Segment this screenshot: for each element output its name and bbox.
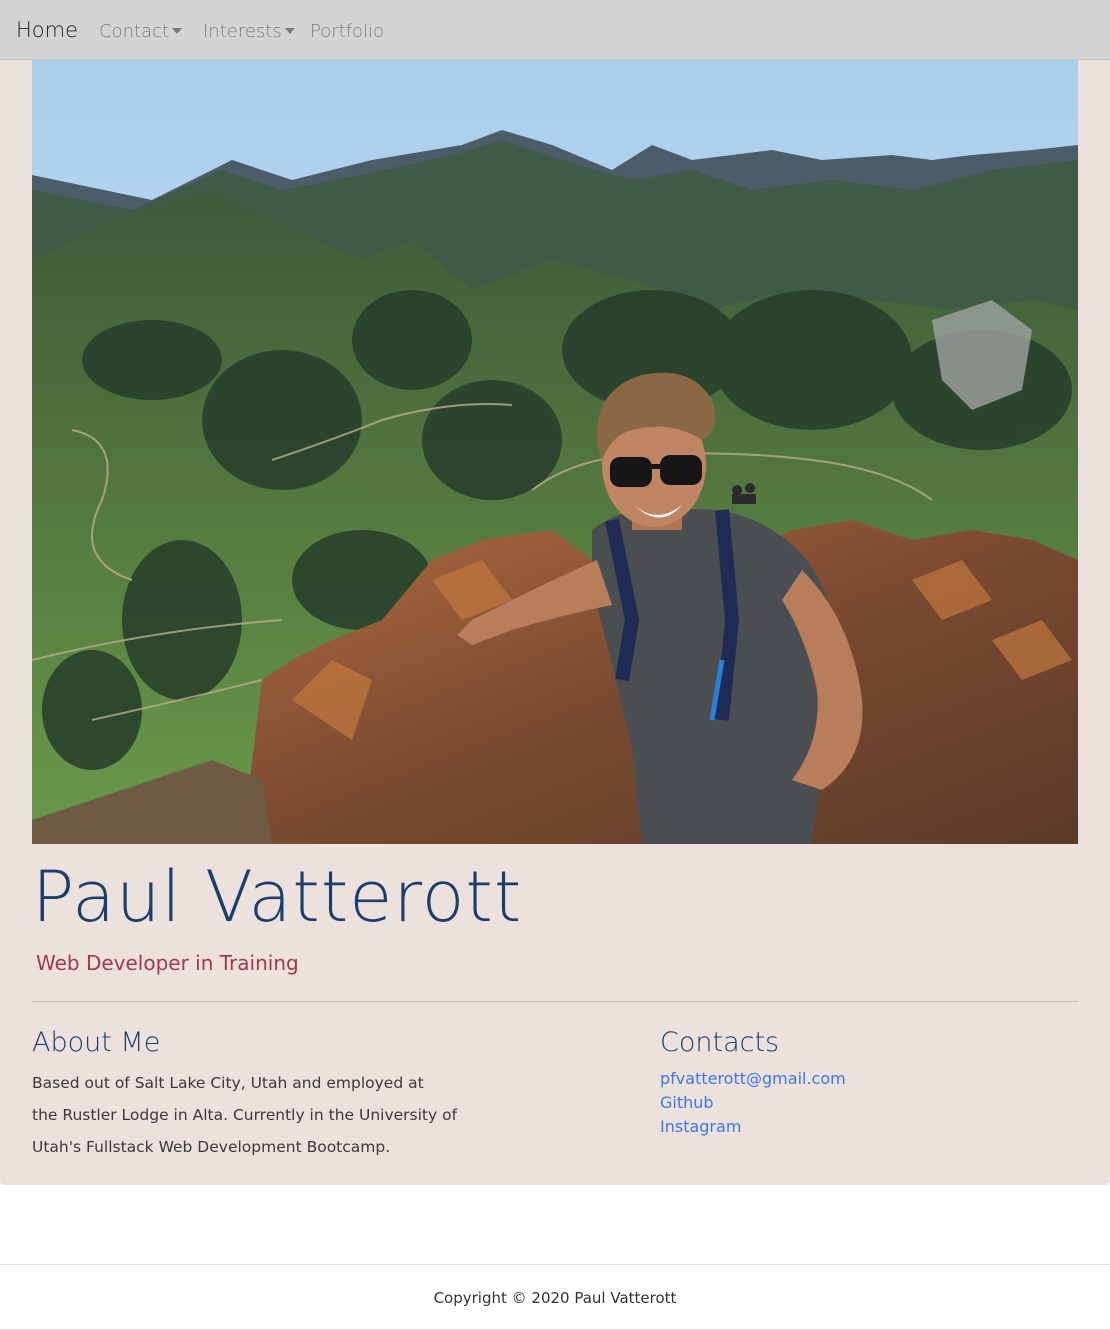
about-me-heading: About Me xyxy=(32,1027,161,1058)
chevron-down-icon xyxy=(172,28,183,34)
about-line: the Rustler Lodge in Alta. Currently in … xyxy=(32,1106,458,1124)
footer: Copyright © 2020 Paul Vatterott xyxy=(0,1264,1110,1330)
nav-interests-dropdown[interactable]: Interests xyxy=(203,19,295,43)
nav-contact-dropdown[interactable]: Contact xyxy=(99,19,183,43)
profile-name: Paul Vatterott xyxy=(32,856,523,938)
nav-portfolio-link[interactable]: Portfolio xyxy=(310,19,384,43)
about-line: Based out of Salt Lake City, Utah and em… xyxy=(32,1074,424,1092)
profile-jumbotron: Paul Vatterott Web Developer in Training… xyxy=(0,60,1110,1185)
contacts-heading: Contacts xyxy=(660,1027,780,1058)
profile-tagline: Web Developer in Training xyxy=(36,951,299,975)
email-link[interactable]: pfvatterott@gmail.com xyxy=(660,1067,846,1091)
nav-interests-label: Interests xyxy=(203,20,282,42)
github-link[interactable]: Github xyxy=(660,1091,846,1115)
navbar: Home Contact Interests Portfolio xyxy=(0,0,1110,60)
contacts-list: pfvatterott@gmail.com Github Instagram xyxy=(660,1067,846,1139)
about-me-text: Based out of Salt Lake City, Utah and em… xyxy=(32,1067,462,1163)
instagram-link[interactable]: Instagram xyxy=(660,1115,846,1139)
section-divider xyxy=(32,1001,1078,1002)
hero-photo xyxy=(32,60,1078,844)
nav-contact-label: Contact xyxy=(99,20,170,42)
copyright-text: Copyright © 2020 Paul Vatterott xyxy=(433,1289,677,1307)
about-line: Utah's Fullstack Web Development Bootcam… xyxy=(32,1138,391,1156)
chevron-down-icon xyxy=(284,28,295,34)
nav-home-link[interactable]: Home xyxy=(16,18,78,42)
